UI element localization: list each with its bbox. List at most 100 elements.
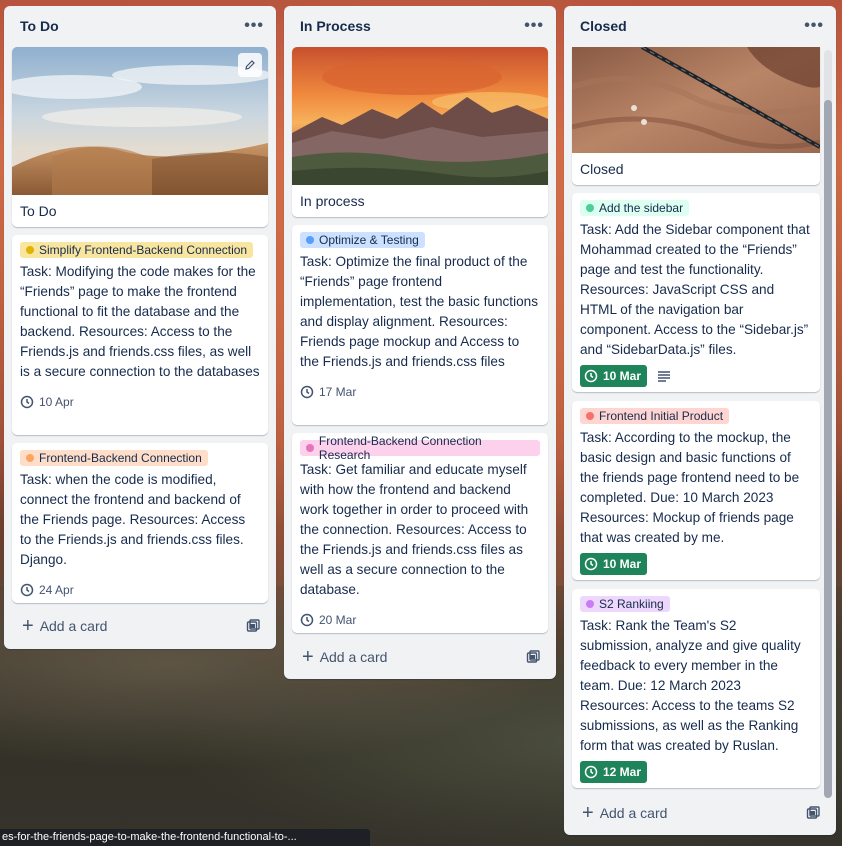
cover-card-title: Closed bbox=[580, 161, 624, 177]
card-badges: 12 Mar bbox=[580, 760, 812, 784]
due-date-text: 10 Apr bbox=[39, 395, 74, 409]
status-bar-url: es-for-the-friends-page-to-make-the-fron… bbox=[0, 829, 370, 846]
description-icon bbox=[658, 371, 671, 382]
card-label[interactable]: Frontend-Backend Connection Research bbox=[300, 434, 540, 462]
cover-card-title: To Do bbox=[20, 203, 57, 219]
card-frontend-backend-research[interactable]: Frontend-Backend Connection Research Tas… bbox=[292, 433, 548, 633]
due-date-complete-badge[interactable]: 10 Mar bbox=[580, 553, 648, 575]
due-date-text: 24 Apr bbox=[39, 583, 74, 597]
list-header: To Do ••• bbox=[4, 6, 276, 46]
list-title[interactable]: In Process bbox=[300, 18, 371, 34]
card-badges: 10 Mar bbox=[580, 364, 812, 388]
edit-pencil-icon[interactable] bbox=[238, 53, 262, 77]
add-card-button[interactable]: + Add a card bbox=[292, 641, 548, 673]
due-date-badge[interactable]: 17 Mar bbox=[300, 385, 356, 399]
list-scrollbar-thumb[interactable] bbox=[824, 100, 832, 798]
add-card-label: Add a card bbox=[39, 618, 108, 634]
card-badges: 24 Apr bbox=[20, 578, 260, 602]
due-date-text: 20 Mar bbox=[319, 613, 357, 627]
label-dot bbox=[586, 204, 594, 212]
template-icon[interactable] bbox=[526, 650, 540, 664]
plus-icon: + bbox=[22, 615, 34, 637]
due-date-text: 10 Mar bbox=[603, 369, 642, 383]
due-date-badge[interactable]: 10 Apr bbox=[20, 395, 74, 409]
due-date-badge[interactable]: 24 Apr bbox=[20, 583, 74, 597]
card-description: Task: Optimize the final product of the … bbox=[300, 254, 539, 369]
card-optimize-testing[interactable]: Optimize & Testing Task: Optimize the fi… bbox=[292, 225, 548, 425]
cover-card-closed[interactable]: Closed bbox=[572, 47, 820, 185]
list-title[interactable]: To Do bbox=[20, 18, 59, 34]
card-label[interactable]: Optimize & Testing bbox=[300, 232, 425, 248]
label-text: Optimize & Testing bbox=[319, 233, 419, 247]
label-text: S2 Rankiing bbox=[599, 597, 664, 611]
card-description: Task: when the code is modified, connect… bbox=[20, 472, 246, 567]
card-label[interactable]: S2 Rankiing bbox=[580, 596, 670, 612]
list-header: In Process ••• bbox=[284, 6, 556, 46]
card-description: Task: Add the Sidebar component that Moh… bbox=[580, 222, 810, 357]
card-label[interactable]: Simplify Frontend-Backend Connection bbox=[20, 242, 254, 258]
cover-card-title: In process bbox=[300, 193, 365, 209]
list-todo: To Do ••• To Do Simplify Frontend-Backen… bbox=[4, 6, 276, 649]
add-card-button[interactable]: + Add a card bbox=[12, 610, 268, 642]
cover-card-todo[interactable]: To Do bbox=[12, 47, 268, 227]
card-frontend-initial-product[interactable]: Frontend Initial Product Task: According… bbox=[572, 401, 820, 580]
add-card-button[interactable]: + Add a card bbox=[572, 797, 828, 829]
card-badges: 10 Apr bbox=[20, 390, 260, 414]
card-description: Task: Get familiar and educate myself wi… bbox=[300, 462, 529, 597]
card-badges: 20 Mar bbox=[300, 608, 540, 632]
label-dot bbox=[306, 236, 314, 244]
card-description: Task: Rank the Team's S2 submission, ana… bbox=[580, 618, 801, 753]
list-title[interactable]: Closed bbox=[580, 18, 627, 34]
card-description: Task: Modifying the code makes for the “… bbox=[20, 264, 260, 379]
card-simplify-frontend-backend[interactable]: Simplify Frontend-Backend Connection Tas… bbox=[12, 235, 268, 435]
plus-icon: + bbox=[582, 802, 594, 824]
card-frontend-backend-connection[interactable]: Frontend-Backend Connection Task: when t… bbox=[12, 443, 268, 603]
list-menu-icon[interactable]: ••• bbox=[244, 17, 264, 35]
label-dot bbox=[26, 246, 34, 254]
cover-card-in-process[interactable]: In process bbox=[292, 47, 548, 217]
label-text: Simplify Frontend-Backend Connection bbox=[39, 243, 248, 257]
card-badges: 10 Mar bbox=[580, 552, 812, 576]
clock-icon bbox=[584, 765, 598, 779]
label-text: Frontend Initial Product bbox=[599, 409, 724, 423]
card-label[interactable]: Add the sidebar bbox=[580, 200, 690, 216]
label-dot bbox=[306, 444, 314, 452]
desert-cover-image bbox=[12, 47, 268, 195]
list-menu-icon[interactable]: ••• bbox=[804, 17, 824, 35]
add-card-label: Add a card bbox=[599, 805, 668, 821]
clock-icon bbox=[584, 369, 598, 383]
label-dot bbox=[586, 412, 594, 420]
list-menu-icon[interactable]: ••• bbox=[524, 17, 544, 35]
card-label[interactable]: Frontend Initial Product bbox=[580, 408, 730, 424]
due-date-complete-badge[interactable]: 12 Mar bbox=[580, 761, 648, 783]
due-date-complete-badge[interactable]: 10 Mar bbox=[580, 365, 648, 387]
list-header: Closed ••• bbox=[564, 6, 836, 46]
label-dot bbox=[26, 454, 34, 462]
card-add-the-sidebar[interactable]: Add the sidebar Task: Add the Sidebar co… bbox=[572, 193, 820, 392]
list-in-process: In Process ••• In process Optimize & Tes… bbox=[284, 6, 556, 679]
label-text: Add the sidebar bbox=[599, 201, 684, 215]
label-dot bbox=[586, 600, 594, 608]
list-closed: Closed ••• Closed Add the sidebar Task: … bbox=[564, 6, 836, 835]
template-icon[interactable] bbox=[806, 806, 820, 820]
card-description: Task: According to the mockup, the basic… bbox=[580, 430, 800, 545]
label-text: Frontend-Backend Connection bbox=[39, 451, 202, 465]
due-date-text: 10 Mar bbox=[603, 557, 642, 571]
label-text: Frontend-Backend Connection Research bbox=[318, 434, 482, 462]
clock-icon bbox=[300, 613, 314, 627]
add-card-label: Add a card bbox=[319, 649, 388, 665]
mountain-sunset-cover-image bbox=[292, 47, 548, 185]
card-badges: 17 Mar bbox=[300, 380, 540, 404]
template-icon[interactable] bbox=[246, 619, 260, 633]
plus-icon: + bbox=[302, 646, 314, 668]
desert-road-cover-image bbox=[572, 47, 820, 153]
clock-icon bbox=[20, 395, 34, 409]
due-date-badge[interactable]: 20 Mar bbox=[300, 613, 356, 627]
card-label[interactable]: Frontend-Backend Connection bbox=[20, 450, 208, 466]
due-date-text: 12 Mar bbox=[603, 765, 642, 779]
clock-icon bbox=[584, 557, 598, 571]
card-s2-ranking[interactable]: S2 Rankiing Task: Rank the Team's S2 sub… bbox=[572, 589, 820, 788]
due-date-text: 17 Mar bbox=[319, 385, 357, 399]
clock-icon bbox=[300, 385, 314, 399]
clock-icon bbox=[20, 583, 34, 597]
